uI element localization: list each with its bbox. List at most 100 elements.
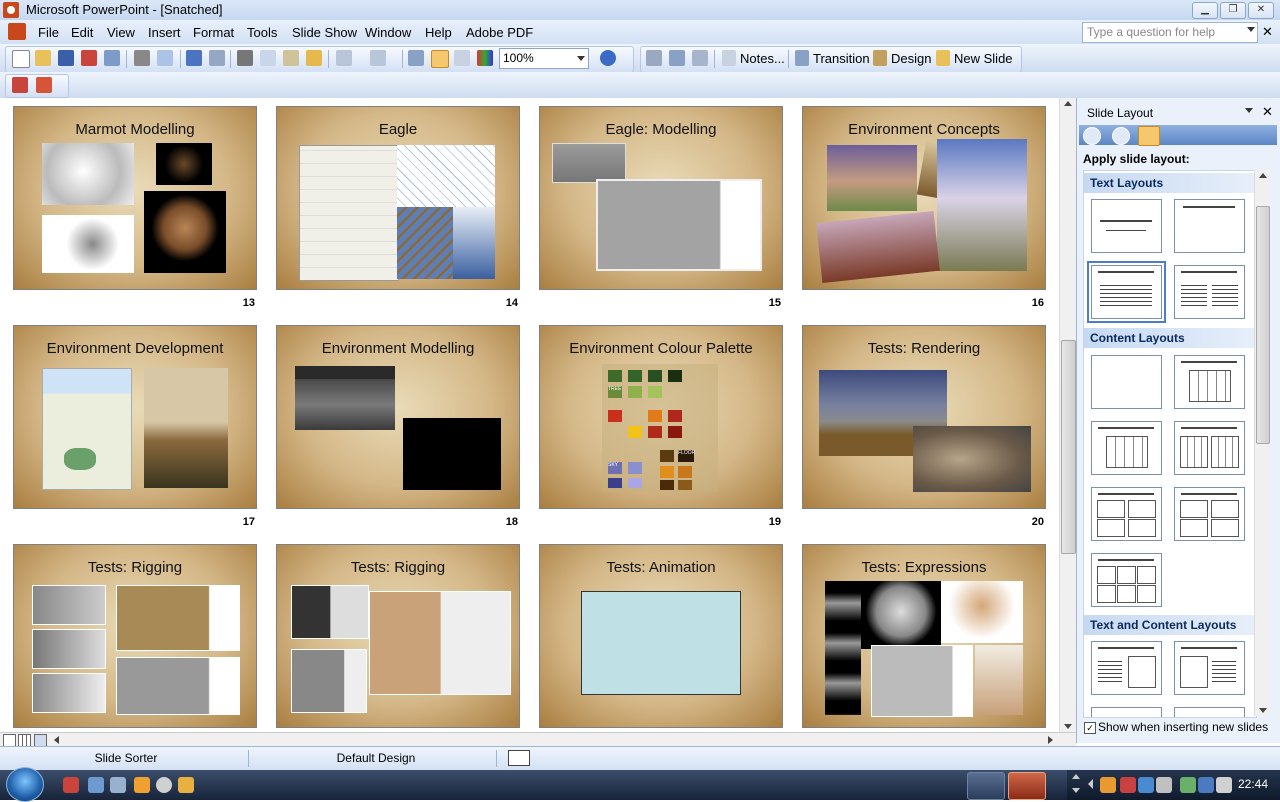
menu-tools[interactable]: Tools	[247, 25, 277, 40]
layout-two-content[interactable]	[1174, 421, 1245, 475]
copy-icon[interactable]	[260, 50, 276, 66]
slide-thumbnail[interactable]: Eagle: Modelling	[539, 106, 783, 290]
slide-thumbnail[interactable]: Tests: Rigging	[13, 544, 257, 728]
layout-title-and-text[interactable]	[1087, 261, 1166, 323]
show-hidden-icons[interactable]	[1088, 779, 1093, 789]
messenger-quicklaunch-icon[interactable]	[178, 777, 194, 793]
spelling-icon[interactable]	[186, 50, 202, 66]
slide-thumbnail[interactable]: Eagle	[276, 106, 520, 290]
layout-title-and-content[interactable]	[1091, 421, 1162, 475]
tray-app-icon[interactable]	[1198, 777, 1214, 793]
summary-slide-icon[interactable]	[692, 50, 708, 66]
disc-quicklaunch-icon[interactable]	[156, 777, 172, 793]
powerpoint-task-icon[interactable]	[1008, 772, 1046, 800]
save-icon[interactable]	[58, 50, 74, 66]
menu-insert[interactable]: Insert	[148, 25, 181, 40]
print-preview-icon[interactable]	[157, 50, 173, 66]
convert-to-pdf-icon[interactable]	[12, 77, 28, 93]
show-grid-icon[interactable]	[454, 50, 470, 66]
layout-title-two-column-text[interactable]	[1174, 265, 1245, 319]
tray-app-icon[interactable]	[1156, 777, 1172, 793]
layouts-list[interactable]: Text Layouts Content Layouts Text and Co…	[1083, 170, 1257, 718]
network-icon[interactable]	[1180, 777, 1196, 793]
layout-blank[interactable]	[1091, 355, 1162, 409]
powerpoint-app-icon[interactable]	[3, 2, 19, 18]
help-icon[interactable]	[600, 50, 616, 66]
layout-title-text-and-content[interactable]	[1091, 641, 1162, 695]
open-icon[interactable]	[35, 50, 51, 66]
tray-app-icon[interactable]	[1138, 777, 1154, 793]
slide-thumbnail[interactable]: Environment Concepts	[802, 106, 1046, 290]
menu-format[interactable]: Format	[193, 25, 234, 40]
help-search-input[interactable]: Type a question for help	[1082, 22, 1258, 43]
task-pane-menu-icon[interactable]	[1245, 108, 1253, 113]
close-button[interactable]: ✕	[1248, 2, 1274, 19]
menu-slide-show[interactable]: Slide Show	[292, 25, 357, 40]
volume-icon[interactable]	[1216, 777, 1232, 793]
document-menu-icon[interactable]	[8, 23, 26, 40]
layout-four-content[interactable]	[1091, 487, 1162, 541]
zoom-select[interactable]: 100%	[499, 48, 589, 69]
forward-icon[interactable]	[1112, 127, 1130, 145]
minimize-button[interactable]: ▁	[1192, 2, 1218, 19]
layout-title-four-content[interactable]	[1091, 553, 1162, 607]
undo-icon[interactable]	[336, 50, 352, 66]
email-icon[interactable]	[104, 50, 120, 66]
task-pane-close-icon[interactable]: ✕	[1262, 104, 1273, 120]
start-button[interactable]	[6, 767, 44, 802]
layout-partial[interactable]	[1091, 707, 1162, 717]
home-icon[interactable]	[1138, 126, 1160, 146]
scroll-up-icon[interactable]	[1064, 101, 1072, 106]
cut-icon[interactable]	[237, 50, 253, 66]
layouts-scrollbar[interactable]	[1254, 170, 1270, 716]
media-quicklaunch-icon[interactable]	[134, 777, 150, 793]
menu-view[interactable]: View	[107, 25, 135, 40]
slide-thumbnail[interactable]: Environment Development	[13, 325, 257, 509]
scroll-left-icon[interactable]	[54, 736, 59, 744]
new-icon[interactable]	[12, 50, 30, 68]
slide-thumbnail[interactable]: Tests: Rigging	[276, 544, 520, 728]
menu-adobe-pdf[interactable]: Adobe PDF	[466, 25, 533, 40]
scroll-up-icon[interactable]	[1259, 173, 1267, 178]
menu-file[interactable]: File	[38, 25, 59, 40]
new-slide-button[interactable]: New Slide	[954, 51, 1013, 66]
maximize-button[interactable]: ❐	[1220, 2, 1246, 19]
layout-content-over-content[interactable]	[1174, 487, 1245, 541]
sorter-scrollbar[interactable]	[1059, 98, 1076, 732]
rehearse-timings-icon[interactable]	[669, 50, 685, 66]
slide-thumbnail[interactable]: Environment Colour Palette TREE SKY FLOO…	[539, 325, 783, 509]
chevron-down-icon[interactable]	[1247, 27, 1255, 32]
tray-down-icon[interactable]	[1072, 788, 1080, 793]
research-icon[interactable]	[209, 50, 225, 66]
desktop-quicklaunch-icon[interactable]	[88, 777, 104, 793]
slide-thumbnail[interactable]: Tests: Animation	[539, 544, 783, 728]
permission-icon[interactable]	[81, 50, 97, 66]
layout-partial[interactable]	[1174, 707, 1245, 717]
scrollbar-thumb[interactable]	[1256, 206, 1270, 444]
redo-icon[interactable]	[370, 50, 386, 66]
pdf-email-icon[interactable]	[36, 77, 52, 93]
scroll-down-icon[interactable]	[1259, 708, 1267, 713]
tray-app-icon[interactable]	[1100, 777, 1116, 793]
menu-help[interactable]: Help	[425, 25, 452, 40]
show-formatting-icon[interactable]	[431, 50, 449, 68]
back-icon[interactable]	[1083, 127, 1101, 145]
design-button[interactable]: Design	[891, 51, 931, 66]
tray-up-icon[interactable]	[1072, 774, 1080, 779]
hide-slide-icon[interactable]	[646, 50, 662, 66]
menu-edit[interactable]: Edit	[71, 25, 93, 40]
expand-all-icon[interactable]	[408, 50, 424, 66]
slide-thumbnail[interactable]: Environment Modelling	[276, 325, 520, 509]
slide-thumbnail[interactable]: Marmot Modelling	[13, 106, 257, 290]
acrobat-quicklaunch-icon[interactable]	[63, 777, 79, 793]
internet-explorer-task-icon[interactable]	[967, 772, 1005, 800]
scroll-right-icon[interactable]	[1048, 736, 1053, 744]
spelling-status-icon[interactable]	[508, 750, 530, 766]
close-document-icon[interactable]: ✕	[1262, 24, 1273, 40]
slide-thumbnail[interactable]: Tests: Expressions	[802, 544, 1046, 728]
tray-app-icon[interactable]	[1120, 777, 1136, 793]
layout-title-only[interactable]	[1174, 199, 1245, 253]
explorer-quicklaunch-icon[interactable]	[110, 777, 126, 793]
notes-button[interactable]: Notes...	[740, 51, 785, 66]
layout-title-content-and-text[interactable]	[1174, 641, 1245, 695]
